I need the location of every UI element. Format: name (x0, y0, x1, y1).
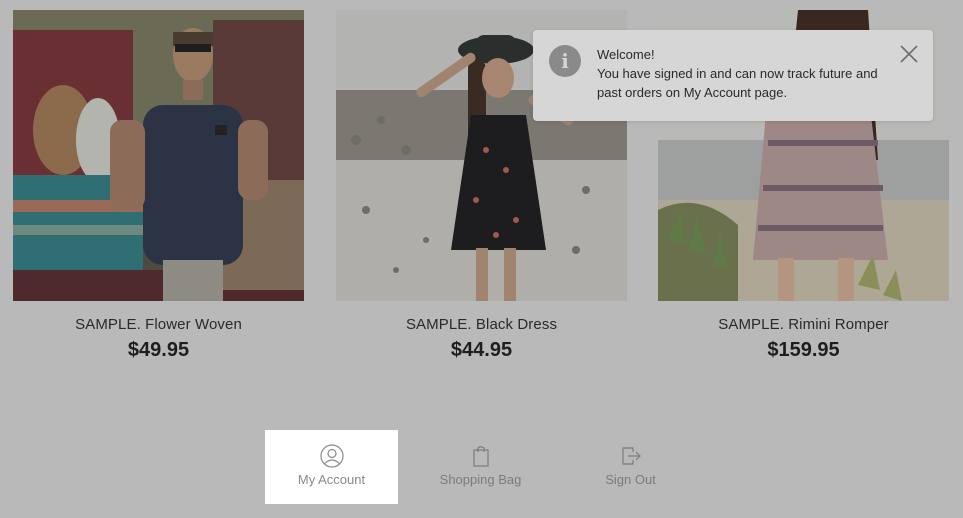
nav-label: Shopping Bag (439, 472, 522, 487)
close-icon[interactable] (899, 44, 919, 64)
sign-out-icon (619, 444, 643, 468)
product-price: $49.95 (127, 339, 190, 361)
product-price: $44.95 (450, 339, 513, 361)
product-price: $159.95 (767, 339, 840, 361)
welcome-toast: i Welcome! You have signed in and can no… (533, 30, 933, 121)
product-card[interactable]: SAMPLE. Flower Woven $49.95 (13, 10, 304, 362)
product-image[interactable] (13, 10, 304, 301)
nav-sign-out[interactable]: Sign Out (564, 430, 697, 504)
product-name[interactable]: SAMPLE. Rimini Romper (658, 316, 949, 334)
bottom-nav: My Account Shopping Bag Sign Out (0, 430, 963, 504)
product-name[interactable]: SAMPLE. Black Dress (336, 316, 627, 334)
info-icon: i (549, 45, 581, 77)
nav-label: My Account (297, 472, 366, 487)
nav-shopping-bag[interactable]: Shopping Bag (414, 430, 547, 504)
user-icon (319, 444, 344, 468)
product-name[interactable]: SAMPLE. Flower Woven (13, 316, 304, 334)
shopping-bag-icon (469, 444, 493, 468)
toast-title: Welcome! (597, 47, 655, 62)
toast-message: You have signed in and can now track fut… (597, 66, 878, 100)
nav-my-account[interactable]: My Account (265, 430, 398, 504)
nav-label: Sign Out (605, 472, 656, 487)
